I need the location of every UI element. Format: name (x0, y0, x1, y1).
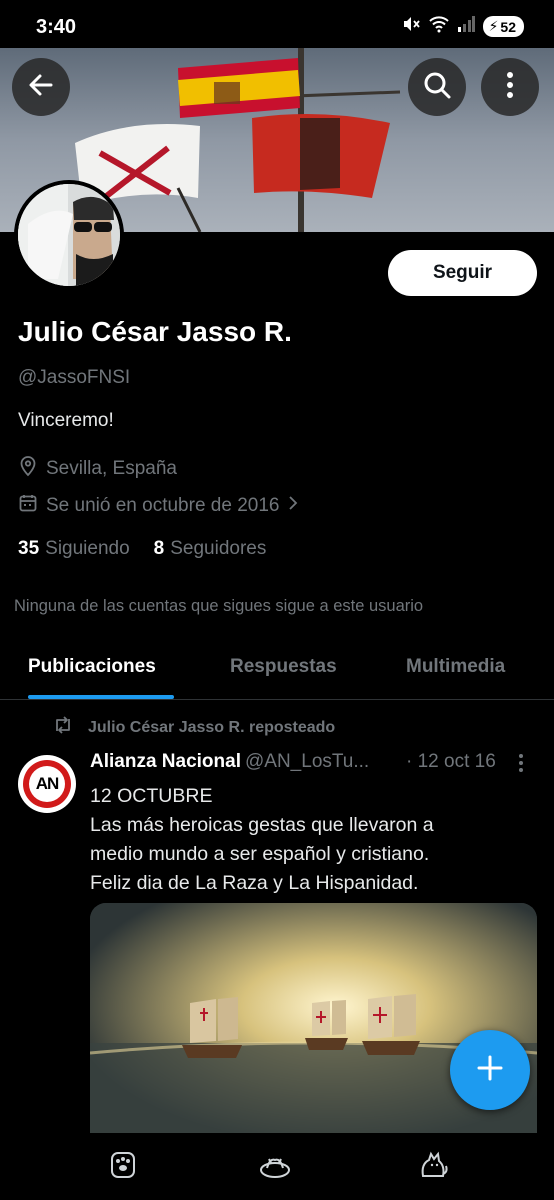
status-time: 3:40 (36, 16, 77, 38)
joined-text: Se unió en octubre de 2016 (46, 495, 280, 516)
compose-button[interactable] (450, 1030, 530, 1110)
following-label: Siguiendo (45, 538, 130, 559)
nav-cat-icon[interactable] (416, 1148, 450, 1182)
profile-joined[interactable]: Se unió en octubre de 2016 (18, 493, 299, 519)
post-text-line: 12 OCTUBRE (90, 785, 213, 807)
post-author-avatar[interactable]: AN (18, 755, 76, 813)
profile-handle: @JassoFNSI (18, 367, 131, 388)
post-date[interactable]: · 12 oct 16 (406, 751, 496, 773)
post-text-line: Las más heroicas gestas que llevaron a (90, 814, 434, 836)
active-tab-indicator (28, 695, 174, 699)
post-text: 12 OCTUBRE Las más heroicas gestas que l… (90, 782, 530, 898)
followers-label: Seguidores (170, 538, 267, 559)
wifi-icon (428, 15, 449, 38)
calendar-icon (18, 493, 38, 519)
post-author-handle[interactable]: @AN_LosTu... (245, 751, 369, 772)
profile-avatar[interactable] (14, 180, 124, 290)
more-vertical-icon (518, 754, 524, 777)
nav-cat-bed-icon[interactable] (258, 1148, 292, 1182)
avatar-logo-text: AN (29, 766, 65, 802)
post-text-line: Feliz dia de La Raza y La Hispanidad. (90, 872, 419, 894)
profile-location: Sevilla, España (18, 455, 177, 483)
location-text: Sevilla, España (46, 458, 177, 479)
plus-icon (476, 1054, 504, 1087)
chevron-right-icon (287, 494, 299, 518)
post-more-button[interactable] (518, 753, 524, 778)
repost-icon (52, 716, 74, 739)
following-link[interactable]: 35 Siguiendo (18, 538, 130, 560)
location-pin-icon (18, 455, 38, 483)
repost-indicator[interactable]: Julio César Jasso R. reposteado (52, 716, 335, 739)
repost-label: Julio César Jasso R. reposteado (88, 718, 336, 736)
post-author-name[interactable]: Alianza Nacional (90, 751, 241, 772)
followers-link[interactable]: 8 Seguidores (154, 538, 267, 560)
tab-publicaciones[interactable]: Publicaciones (28, 656, 156, 678)
follow-stats: 35 Siguiendo 8 Seguidores (18, 538, 266, 560)
battery-charging-icon: ⚡ (488, 18, 499, 34)
signal-icon (457, 16, 475, 37)
battery-indicator: ⚡ 52 (482, 16, 524, 37)
following-count: 35 (18, 538, 40, 559)
search-icon (422, 70, 452, 105)
profile-tabs: Publicaciones Respuestas Multimedia (0, 640, 554, 700)
display-name: Julio César Jasso R. (18, 316, 292, 347)
follow-button[interactable]: Seguir (388, 250, 537, 296)
nav-paw-icon[interactable] (106, 1148, 140, 1182)
search-button[interactable] (408, 58, 466, 116)
status-bar: 3:40 ⚡ 52 (0, 0, 554, 48)
back-button[interactable] (12, 58, 70, 116)
tab-respuestas[interactable]: Respuestas (230, 656, 337, 678)
profile-bio: Vinceremo! (18, 410, 114, 431)
mute-icon (401, 14, 421, 39)
mutual-followers-note: Ninguna de las cuentas que sigues sigue … (14, 597, 424, 615)
post-text-line: medio mundo a ser español y cristiano. (90, 843, 430, 865)
battery-level: 52 (500, 18, 516, 35)
post-header: Alianza Nacional @AN_LosTu... (90, 751, 369, 773)
avatar-ring: AN (23, 760, 71, 808)
avatar-image (18, 184, 120, 286)
status-icons: ⚡ 52 (401, 14, 524, 39)
more-options-button[interactable] (481, 58, 539, 116)
tab-multimedia[interactable]: Multimedia (406, 656, 505, 678)
more-vertical-icon (506, 71, 514, 104)
followers-count: 8 (153, 538, 165, 559)
arrow-left-icon (27, 71, 55, 104)
